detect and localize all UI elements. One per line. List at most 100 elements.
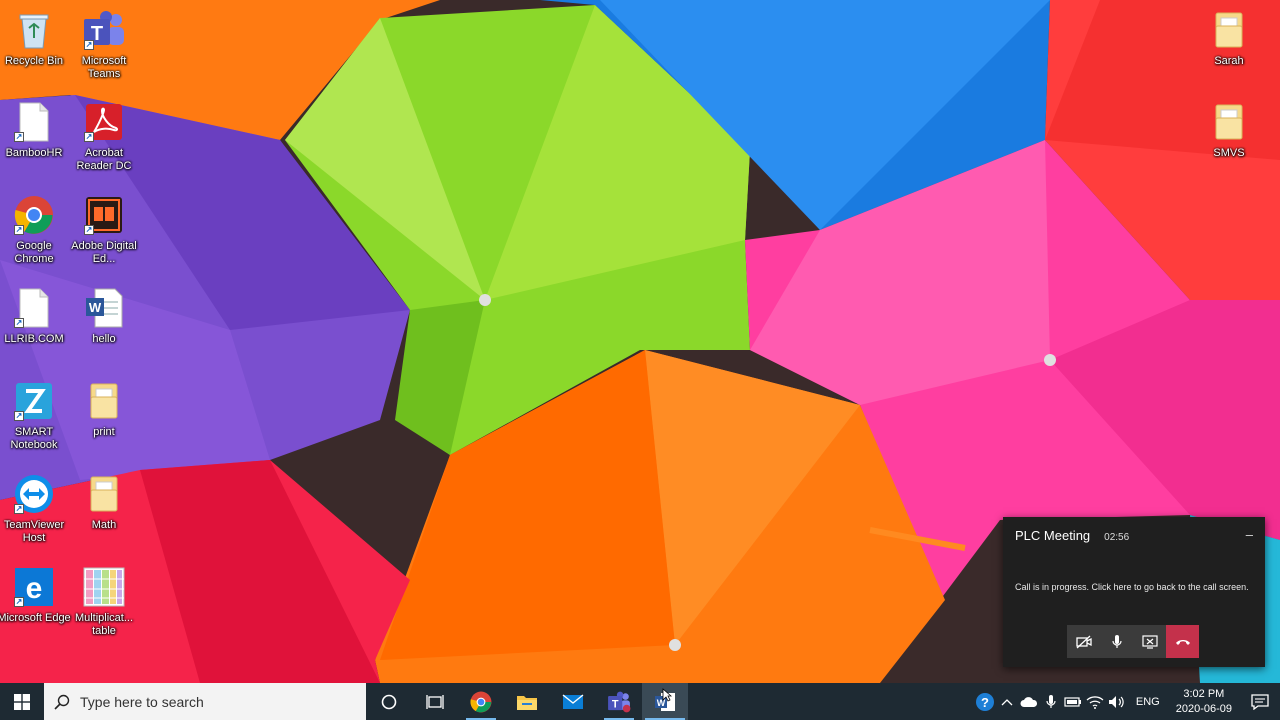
help-icon[interactable]: ? — [974, 683, 996, 720]
call-progress-message[interactable]: Call is in progress. Click here to go ba… — [1015, 582, 1260, 592]
mail-icon — [562, 693, 584, 709]
desktop-icon-label: TeamViewer Host — [3, 519, 65, 544]
shortcut-arrow-icon: ↗ — [84, 40, 94, 50]
desktop-icon-hello-doc[interactable]: W hello — [67, 286, 141, 346]
desktop-icon-smart-notebook[interactable]: ↗ SMART Notebook — [0, 379, 71, 452]
camera-off-button[interactable] — [1067, 625, 1100, 658]
desktop-icon-bamboohr[interactable]: ↗ BambooHR — [0, 100, 71, 160]
cortana-button[interactable] — [366, 683, 412, 720]
microphone-icon — [1111, 634, 1122, 648]
desktop-icon-label: Multiplicat... table — [74, 612, 134, 637]
desktop-icon-math-folder[interactable]: Math — [67, 472, 141, 532]
svg-text:?: ? — [981, 695, 989, 710]
call-controls — [1067, 625, 1199, 658]
hang-up-icon — [1175, 639, 1190, 645]
taskbar-search-box[interactable]: Type here to search — [44, 683, 366, 720]
battery-icon[interactable] — [1062, 683, 1084, 720]
taskbar-word[interactable]: W — [642, 683, 688, 720]
desktop-icon-teamviewer-host[interactable]: ↗ TeamViewer Host — [0, 472, 71, 545]
word-document-icon: W — [82, 286, 126, 330]
desktop-icon-sarah-folder[interactable]: Sarah — [1192, 8, 1266, 68]
volume-icon[interactable] — [1106, 683, 1128, 720]
desktop-icon-microsoft-edge[interactable]: e ↗ Microsoft Edge — [0, 565, 71, 625]
chrome-icon — [470, 691, 492, 712]
desktop-icon-label: Acrobat Reader DC — [76, 147, 132, 172]
mouse-cursor-icon — [662, 688, 672, 702]
shortcut-arrow-icon: ↗ — [14, 504, 24, 514]
desktop-icon-adobe-digital-editions[interactable]: ↗ Adobe Digital Ed... — [67, 193, 141, 266]
desktop-icon-label: BambooHR — [5, 147, 63, 159]
taskbar-file-explorer[interactable] — [504, 683, 550, 720]
teamviewer-icon: ↗ — [12, 472, 56, 516]
taskbar: Type here to search T W ? ENG 3:02 PM 20… — [0, 683, 1280, 720]
document-icon: ↗ — [12, 286, 56, 330]
chrome-icon: ↗ — [12, 193, 56, 237]
notification-icon — [1251, 693, 1269, 710]
taskbar-chrome[interactable] — [458, 683, 504, 720]
desktop-icon-label: print — [93, 426, 115, 438]
desktop-icon-label: Math — [91, 519, 117, 531]
folder-icon — [1207, 8, 1251, 52]
edge-icon: e ↗ — [12, 565, 56, 609]
action-center-button[interactable] — [1240, 683, 1280, 720]
desktop-icon-label: SMART Notebook — [10, 426, 58, 451]
teams-call-toast[interactable]: PLC Meeting 02:56 – Call is in progress.… — [1003, 517, 1265, 667]
desktop-icon-recycle-bin[interactable]: Recycle Bin — [0, 8, 71, 68]
desktop-icon-label: Adobe Digital Ed... — [71, 240, 137, 265]
shortcut-arrow-icon: ↗ — [14, 132, 24, 142]
meeting-title: PLC Meeting — [1015, 528, 1091, 543]
taskbar-mail[interactable] — [550, 683, 596, 720]
desktop-icon-acrobat-reader[interactable]: ↗ Acrobat Reader DC — [67, 100, 141, 173]
minimize-button[interactable]: – — [1246, 527, 1253, 542]
call-timer: 02:56 — [1104, 532, 1130, 543]
task-view-button[interactable] — [412, 683, 458, 720]
shortcut-arrow-icon: ↗ — [84, 225, 94, 235]
folder-icon — [517, 695, 537, 710]
document-icon: ↗ — [12, 100, 56, 144]
smart-notebook-icon: ↗ — [12, 379, 56, 423]
input-language-indicator[interactable]: ENG — [1128, 696, 1168, 708]
desktop-icon-label: hello — [92, 333, 116, 345]
taskbar-clock[interactable]: 3:02 PM 2020-06-09 — [1168, 687, 1240, 717]
desktop-icon-label: Microsoft Teams — [81, 55, 127, 80]
shortcut-arrow-icon: ↗ — [84, 132, 94, 142]
search-icon — [54, 694, 70, 710]
chevron-up-icon[interactable] — [996, 683, 1018, 720]
desktop-icon-print-folder[interactable]: print — [67, 379, 141, 439]
shortcut-arrow-icon: ↗ — [14, 225, 24, 235]
desktop-icon-label: Google Chrome — [14, 240, 54, 265]
task-view-icon — [426, 694, 444, 709]
microphone-icon[interactable] — [1040, 683, 1062, 720]
spreadsheet-image-icon — [82, 565, 126, 609]
desktop-icon-smvs-folder[interactable]: SMVS — [1192, 100, 1266, 160]
share-screen-icon — [1141, 634, 1158, 649]
clock-date: 2020-06-09 — [1175, 702, 1232, 715]
folder-icon — [82, 472, 126, 516]
desktop-icon-label: Microsoft Edge — [0, 612, 71, 624]
desktop-icon-multiplication-table[interactable]: Multiplicat... table — [67, 565, 141, 638]
folder-icon — [1207, 100, 1251, 144]
digital-editions-icon: ↗ — [82, 193, 126, 237]
desktop-icon-microsoft-teams[interactable]: T ↗ Microsoft Teams — [67, 8, 141, 81]
camera-off-icon — [1075, 635, 1092, 648]
clock-time: 3:02 PM — [1183, 687, 1225, 700]
hang-up-button[interactable] — [1166, 625, 1199, 658]
share-screen-button[interactable] — [1133, 625, 1166, 658]
wifi-icon[interactable] — [1084, 683, 1106, 720]
windows-logo-icon — [14, 693, 30, 710]
desktop-icon-label: Sarah — [1214, 55, 1244, 67]
teams-icon: T ↗ — [82, 8, 126, 52]
shortcut-arrow-icon: ↗ — [14, 411, 24, 421]
onedrive-cloud-icon[interactable] — [1018, 683, 1040, 720]
desktop-icon-google-chrome[interactable]: ↗ Google Chrome — [0, 193, 71, 266]
call-toast-header: PLC Meeting 02:56 — [1015, 528, 1129, 543]
teams-icon: T — [608, 691, 631, 712]
desktop-icon-llrib[interactable]: ↗ LLRIB.COM — [0, 286, 71, 346]
microphone-button[interactable] — [1100, 625, 1133, 658]
folder-icon — [82, 379, 126, 423]
svg-text:W: W — [89, 300, 102, 315]
taskbar-teams[interactable]: T — [596, 683, 642, 720]
shortcut-arrow-icon: ↗ — [14, 597, 24, 607]
start-button[interactable] — [0, 683, 44, 720]
search-placeholder: Type here to search — [80, 693, 204, 710]
